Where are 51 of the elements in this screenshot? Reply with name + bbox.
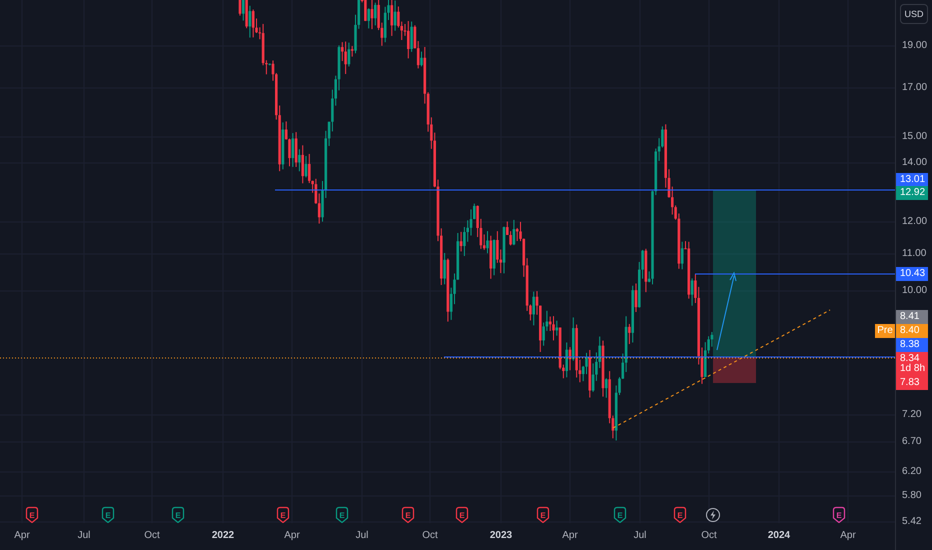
price-axis-label: 14.00 [902,156,928,170]
earnings-marker[interactable]: E [536,506,550,523]
time-axis-label: Apr [284,530,300,541]
price-axis-label: 5.42 [902,515,922,529]
time-axis-label: Jul [78,530,90,541]
earnings-marker[interactable]: E [614,506,626,523]
price-axis-label: 19.00 [902,39,928,53]
loss-zone[interactable] [713,357,756,383]
time-axis-label: Oct [701,530,717,541]
price-axis-label: 7.20 [902,408,922,422]
time-axis-label: Apr [14,530,30,541]
price-axis-label: 6.70 [902,435,922,449]
time-axis-label: 2024 [768,530,790,541]
price-axis-label: 6.20 [902,465,922,479]
price-axis-label: 15.00 [902,130,928,144]
earnings-marker[interactable]: E [276,506,290,523]
profit-zone[interactable] [713,190,756,357]
pre-market-tag: Pre [875,324,895,338]
lightning-icon[interactable] [706,508,720,522]
currency-button[interactable]: USD [900,4,928,24]
price-tag: 8.38 [896,338,928,352]
earnings-marker[interactable]: E [456,506,468,523]
price-tag: 8.41 [896,310,928,324]
price-tag: 10.43 [896,267,928,281]
price-tag: 12.92 [896,186,928,200]
price-axis-label: 17.00 [902,81,928,95]
price-tag: 1d 8h [896,362,928,376]
price-axis-label: 11.00 [902,247,926,261]
time-axis-label: 2022 [212,530,234,541]
time-axis-label: Jul [356,530,368,541]
price-axis-label: 10.00 [902,284,928,298]
time-axis-label: Apr [840,530,856,541]
price-axis-label: 12.00 [902,215,928,229]
time-axis-label: Oct [144,530,160,541]
earnings-marker[interactable]: E [26,506,38,523]
time-axis-label: 2023 [490,530,512,541]
price-tag: 13.01 [896,173,928,187]
price-axis-label: 5.80 [902,489,922,503]
earnings-marker[interactable]: E [832,506,846,523]
time-axis-label: Oct [422,530,438,541]
earnings-marker[interactable]: E [336,506,348,523]
earnings-marker[interactable]: E [102,506,114,523]
price-tag: 7.83 [896,376,928,390]
earnings-marker[interactable]: E [674,506,686,523]
arrow-line[interactable] [716,272,736,350]
earnings-marker[interactable]: E [402,506,414,523]
price-tag: 8.40 [896,324,928,338]
earnings-marker[interactable]: E [172,506,184,523]
trend-line[interactable] [612,310,830,428]
time-axis-label: Jul [634,530,646,541]
time-axis-label: Apr [562,530,578,541]
